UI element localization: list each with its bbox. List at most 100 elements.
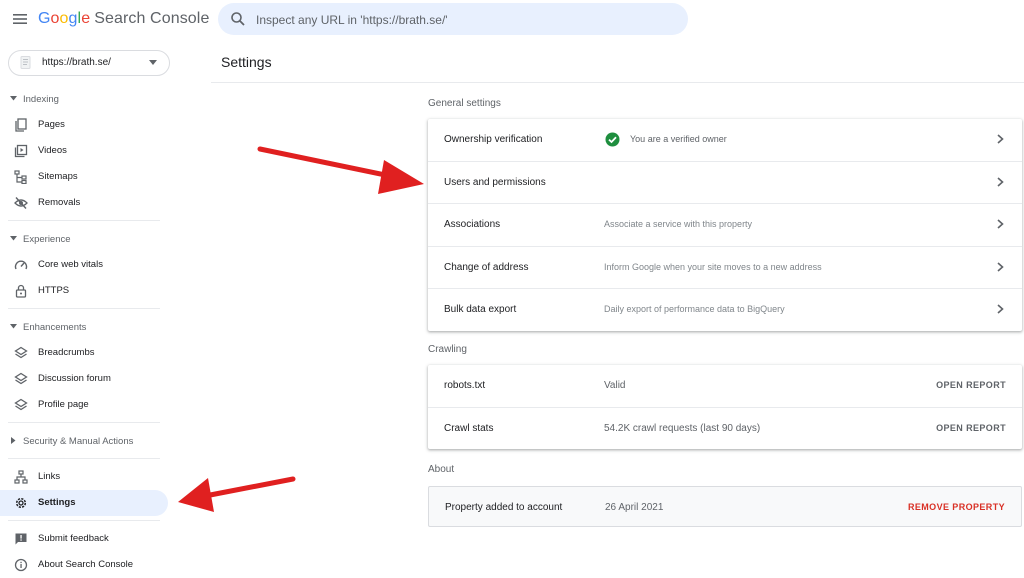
- removals-icon: [14, 197, 28, 209]
- layers-icon: [14, 398, 28, 411]
- url-inspect-search[interactable]: [218, 3, 688, 37]
- verified-check-icon: [605, 132, 620, 147]
- sidebar-item-videos[interactable]: Videos: [0, 138, 168, 164]
- lock-icon: [15, 284, 27, 298]
- gauge-icon: [14, 260, 28, 270]
- row-label: Associations: [444, 219, 501, 230]
- sidebar-item-label: About Search Console: [38, 559, 134, 570]
- product-logo[interactable]: Google Search Console: [38, 10, 209, 28]
- sidebar-divider: [8, 220, 160, 221]
- sitemaps-icon: [14, 170, 27, 184]
- row-users-and-permissions[interactable]: Users and permissions: [428, 162, 1022, 204]
- sidebar-item-sitemaps[interactable]: Sitemaps: [0, 164, 168, 190]
- section-enhancements[interactable]: Enhancements: [0, 314, 180, 340]
- layers-icon: [14, 372, 28, 385]
- remove-property-button[interactable]: REMOVE PROPERTY: [908, 502, 1005, 512]
- logo-letter: o: [50, 10, 60, 27]
- sidebar-item-about[interactable]: About Search Console: [0, 552, 168, 578]
- expand-triangle-icon: [11, 437, 16, 444]
- sidebar-item-profile-page[interactable]: Profile page: [0, 392, 168, 418]
- sidebar-item-label: Submit feedback: [38, 533, 109, 544]
- chevron-right-icon: [997, 219, 1004, 229]
- row-robots-txt: robots.txt Valid OPEN REPORT: [428, 365, 1022, 408]
- sidebar-divider: [8, 308, 160, 309]
- logo-letter: e: [81, 10, 91, 27]
- general-settings-heading: General settings: [428, 98, 501, 109]
- collapse-triangle-icon: [10, 324, 17, 329]
- arrow-to-users-and-permissions: [257, 146, 424, 194]
- sidebar-item-core-web-vitals[interactable]: Core web vitals: [0, 252, 168, 278]
- arrow-to-settings: [178, 476, 296, 512]
- layers-icon: [14, 346, 28, 359]
- collapse-triangle-icon: [10, 236, 17, 241]
- sidebar-item-breadcrumbs[interactable]: Breadcrumbs: [0, 340, 168, 366]
- section-experience[interactable]: Experience: [0, 226, 180, 252]
- search-icon: [231, 12, 245, 26]
- property-url: https://brath.se/: [42, 57, 111, 68]
- sidebar-item-settings[interactable]: Settings: [0, 490, 168, 516]
- sidebar-divider: [8, 422, 160, 423]
- row-label: robots.txt: [444, 380, 486, 391]
- row-label: Change of address: [444, 261, 529, 273]
- feedback-icon: [15, 533, 27, 545]
- title-divider: [211, 82, 1024, 83]
- open-report-button[interactable]: OPEN REPORT: [936, 423, 1006, 433]
- property-selector[interactable]: https://brath.se/: [8, 50, 170, 76]
- chevron-right-icon: [997, 304, 1004, 314]
- logo-letter: G: [38, 10, 51, 27]
- general-settings-card: Ownership verification You are a verifie…: [428, 119, 1022, 331]
- row-associations[interactable]: Associations Associate a service with th…: [428, 204, 1022, 247]
- info-icon: [14, 558, 28, 572]
- url-inspect-input[interactable]: [254, 3, 678, 37]
- section-security-manual-actions[interactable]: Security & Manual Actions: [0, 428, 180, 454]
- row-crawl-stats: Crawl stats 54.2K crawl requests (last 9…: [428, 408, 1022, 450]
- pages-icon: [15, 118, 27, 132]
- section-header-label: Security & Manual Actions: [23, 436, 134, 447]
- open-report-button[interactable]: OPEN REPORT: [936, 380, 1006, 390]
- page-title: Settings: [221, 54, 272, 70]
- crawling-card: robots.txt Valid OPEN REPORT Crawl stats…: [428, 365, 1022, 449]
- top-bar: Google Search Console: [0, 0, 1024, 40]
- row-label: Bulk data export: [444, 304, 517, 315]
- sidebar-divider: [8, 458, 160, 459]
- sidebar-item-label: Settings: [38, 497, 76, 508]
- caret-down-icon: [149, 60, 157, 65]
- row-ownership-verification[interactable]: Ownership verification You are a verifie…: [428, 119, 1022, 162]
- row-change-of-address[interactable]: Change of address Inform Google when you…: [428, 247, 1022, 289]
- row-label: Crawl stats: [444, 422, 494, 434]
- sidebar-item-pages[interactable]: Pages: [0, 112, 168, 138]
- sidebar-item-label: HTTPS: [38, 285, 70, 296]
- row-bulk-data-export[interactable]: Bulk data export Daily export of perform…: [428, 289, 1022, 331]
- section-header-label: Enhancements: [23, 322, 87, 333]
- sidebar-item-links[interactable]: Links: [0, 464, 168, 490]
- section-header-label: Experience: [23, 234, 71, 245]
- row-description: Associate a service with this property: [604, 219, 753, 229]
- sidebar-item-submit-feedback[interactable]: Submit feedback: [0, 526, 168, 552]
- chevron-right-icon: [997, 134, 1004, 144]
- sidebar-item-label: Profile page: [38, 399, 89, 410]
- collapse-triangle-icon: [10, 96, 17, 101]
- sidebar: Indexing Pages Videos Sitemaps Removals …: [0, 86, 180, 578]
- logo-letter: g: [68, 10, 78, 27]
- logo-letter: o: [59, 10, 69, 27]
- row-description: Inform Google when your site moves to a …: [604, 261, 822, 272]
- chevron-right-icon: [997, 176, 1004, 187]
- section-indexing[interactable]: Indexing: [0, 86, 180, 112]
- gear-icon: [15, 497, 27, 509]
- hamburger-menu-icon[interactable]: [12, 11, 28, 27]
- about-heading: About: [428, 464, 455, 475]
- videos-icon: [14, 144, 28, 158]
- crawling-heading: Crawling: [428, 344, 467, 355]
- sidebar-item-removals[interactable]: Removals: [0, 190, 168, 216]
- about-card: Property added to account 26 April 2021 …: [428, 486, 1022, 527]
- row-description: 26 April 2021: [605, 502, 664, 513]
- sidebar-item-label: Core web vitals: [38, 259, 103, 270]
- sidebar-item-label: Sitemaps: [38, 171, 78, 182]
- sidebar-item-label: Videos: [38, 145, 67, 156]
- row-label: Property added to account: [445, 502, 563, 513]
- sidebar-item-discussion-forum[interactable]: Discussion forum: [0, 366, 168, 392]
- row-label: Users and permissions: [444, 176, 546, 188]
- sidebar-item-label: Links: [38, 471, 61, 482]
- sidebar-item-https[interactable]: HTTPS: [0, 278, 168, 304]
- row-description: 54.2K crawl requests (last 90 days): [604, 422, 761, 434]
